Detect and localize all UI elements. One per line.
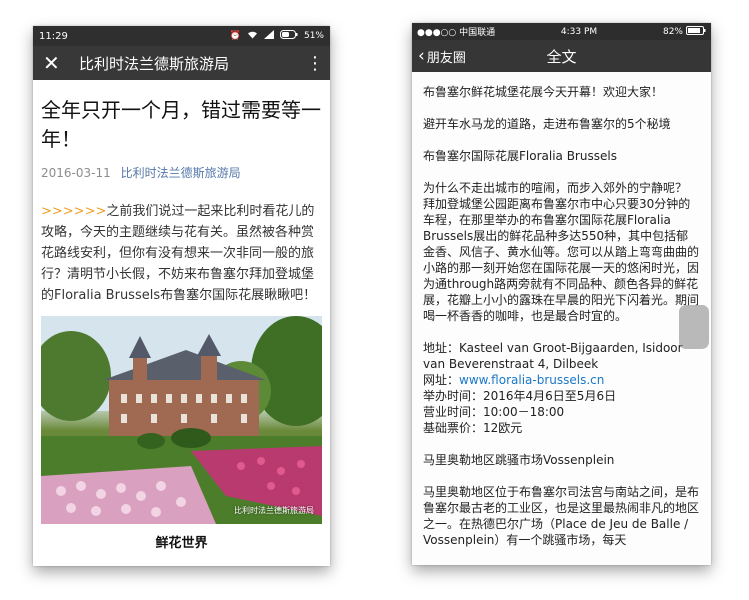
nav-title: 比利时法兰德斯旅游局: [79, 54, 230, 73]
battery-icon: [685, 25, 706, 38]
battery-icon: [279, 30, 298, 42]
android-status-bar: 11:29 ⏰ 51%: [33, 26, 330, 46]
back-label: 朋友圈: [426, 50, 466, 66]
info-hours: 营业时间：10:00－18:00: [423, 405, 565, 419]
info-address: 地址：Kasteel van Groot-Bijgaarden, Isidoor…: [423, 341, 683, 371]
right-phone-screenshot: ●●●○○ 中国联通 4:33 PM 82% ‹ 朋友圈 全文 布鲁塞尔鲜花城堡…: [412, 23, 711, 565]
website-label: 网址：: [423, 373, 460, 387]
paragraph-secret-places: 避开车水马龙的道路，走进布鲁塞尔的5个秘境: [423, 117, 671, 131]
status-time: 4:33 PM: [560, 26, 598, 37]
ios-status-bar: ●●●○○ 中国联通 4:33 PM 82%: [412, 23, 711, 40]
paragraph-floralia-heading: 布鲁塞尔国际花展Floralia Brussels: [423, 149, 617, 163]
info-dates: 举办时间：2016年4月6日至5月6日: [423, 389, 617, 403]
carrier-signal: ●●●○○ 中国联通: [417, 28, 496, 38]
info-website: 网址：www.floralia-brussels.cn: [423, 372, 700, 388]
article-nav-bar: ✕ 比利时法兰德斯旅游局 ⋮: [33, 46, 330, 80]
fulltext-nav-bar: ‹ 朋友圈 全文: [412, 40, 711, 72]
more-options-icon[interactable]: ⋮: [306, 53, 324, 74]
wifi-icon: [247, 30, 258, 42]
paragraph-market-heading: 马里奥勒地区跳骚市场Vossenplein: [423, 453, 615, 467]
info-price: 基础票价：12欧元: [423, 421, 523, 435]
battery-group: 82%: [662, 25, 706, 38]
article-body: 全年只开一个月，错过需要等一年！ 2016-03-11 比利时法兰德斯旅游局 >…: [33, 80, 330, 551]
paragraph-description: 拜加登城堡公园距离布鲁塞尔市中心只要30分钟的车程，在那里举办的布鲁塞尔国际花展…: [423, 197, 700, 323]
battery-percent: 51%: [303, 31, 324, 41]
article-date: 2016-03-11: [41, 166, 111, 180]
castle-garden-image: 比利时法兰德斯旅游局: [41, 316, 322, 524]
article-title: 全年只开一个月，错过需要等一年！: [41, 98, 321, 151]
signal-icon: [263, 30, 274, 42]
paragraph-market-description: 马里奥勒地区位于布鲁塞尔司法宫与南站之间，是布鲁塞尔最古老的工业区，也是这里最热…: [423, 485, 700, 547]
left-phone-screenshot: 11:29 ⏰ 51% ✕ 比利时法兰德斯旅游局 ⋮ 全年只开一个月，错过需要等…: [33, 26, 330, 566]
paragraph-question: 为什么不走出城市的喧闹，而步入郊外的宁静呢？: [423, 181, 688, 195]
article-intro: >>>>>>之前我们说过一起来比利时看花儿的攻略，今天的主题继续与花有关。虽然被…: [41, 201, 322, 306]
battery-percent: 82%: [662, 26, 683, 37]
back-button[interactable]: ‹ 朋友圈: [418, 46, 466, 66]
article-meta: 2016-03-11 比利时法兰德斯旅游局: [41, 164, 322, 181]
paragraph-opening: 布鲁塞尔鲜花城堡花展今天开幕！欢迎大家！: [423, 85, 664, 99]
image-caption: 鲜花世界: [155, 536, 208, 551]
fulltext-content: 布鲁塞尔鲜花城堡花展今天开幕！欢迎大家！ 避开车水马龙的道路，走进布鲁塞尔的5个…: [412, 72, 711, 548]
arrow-marker: >>>>>>: [41, 204, 107, 219]
chevron-left-icon: ‹: [418, 46, 425, 66]
close-icon[interactable]: ✕: [43, 51, 71, 75]
floating-scroll-handle[interactable]: [679, 305, 709, 349]
status-time: 11:29: [39, 30, 68, 42]
article-source-link[interactable]: 比利时法兰德斯旅游局: [121, 166, 241, 180]
website-link[interactable]: www.floralia-brussels.cn: [459, 373, 604, 387]
image-watermark: 比利时法兰德斯旅游局: [234, 506, 314, 515]
status-icons: ⏰ 51%: [230, 30, 324, 42]
alarm-icon: ⏰: [229, 31, 241, 41]
